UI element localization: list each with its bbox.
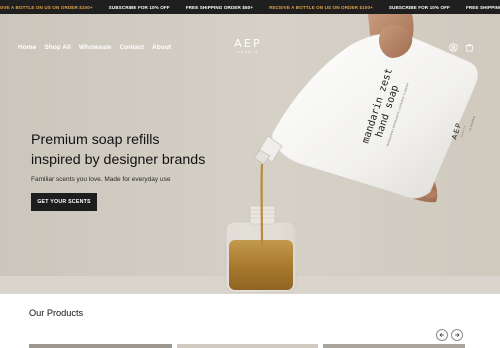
nav-link-shop-all[interactable]: Shop All xyxy=(44,44,71,51)
arrow-right-icon xyxy=(455,332,460,338)
carousel-prev-button[interactable] xyxy=(436,329,448,341)
main-nav: Home Shop All Wholesale Contact About xyxy=(18,44,171,51)
announcement-item: SUBSCRIBE FOR 10% OFF xyxy=(108,4,170,10)
cart-icon[interactable] xyxy=(465,43,474,52)
brand-logo[interactable]: AEP SCENTS xyxy=(226,37,270,54)
announcement-item: RECEIVE A BOTTLE ON US ON ORDER $100+ xyxy=(269,4,373,10)
carousel-next-button[interactable] xyxy=(451,329,463,341)
hero-title: Premium soap refills inspired by designe… xyxy=(31,130,241,170)
hero-subtitle: Familiar scents you love. Made for every… xyxy=(31,176,171,183)
product-card-2[interactable] xyxy=(177,344,318,348)
nav-link-about[interactable]: About xyxy=(152,44,171,51)
nav-link-contact[interactable]: Contact xyxy=(119,44,144,51)
arrow-left-icon xyxy=(439,332,444,338)
product-card-3[interactable] xyxy=(323,344,465,348)
hero-banner: mandarin zest hand soap MANDARIN | BERGA… xyxy=(0,14,500,294)
brand-name: AEP xyxy=(234,37,262,50)
nav-link-home[interactable]: Home xyxy=(18,44,36,51)
product-card-1[interactable] xyxy=(29,344,172,348)
announcement-track: RCEIVE A BOTTLE ON US ON ORDER $100+ SUBS… xyxy=(0,0,500,14)
announcement-item: FREE SHIPPING ORDER $50+ xyxy=(465,4,500,10)
announcement-item: FREE SHIPPING ORDER $50+ xyxy=(185,4,254,10)
hero-title-line1: Premium soap refills xyxy=(31,132,160,148)
announcement-bar: RCEIVE A BOTTLE ON US ON ORDER $100+ SUBS… xyxy=(0,0,500,14)
products-section-title: Our Products xyxy=(29,308,84,318)
hero-title-line2: inspired by designer brands xyxy=(31,152,206,168)
nav-link-wholesale[interactable]: Wholesale xyxy=(79,44,112,51)
brand-subtitle: SCENTS xyxy=(237,50,259,54)
account-icon[interactable] xyxy=(449,43,458,52)
announcement-item: RCEIVE A BOTTLE ON US ON ORDER $100+ xyxy=(0,4,93,10)
get-your-scents-button[interactable]: GET YOUR SCENTS xyxy=(31,193,97,211)
announcement-item: SUBSCRIBE FOR 10% OFF xyxy=(388,4,450,10)
